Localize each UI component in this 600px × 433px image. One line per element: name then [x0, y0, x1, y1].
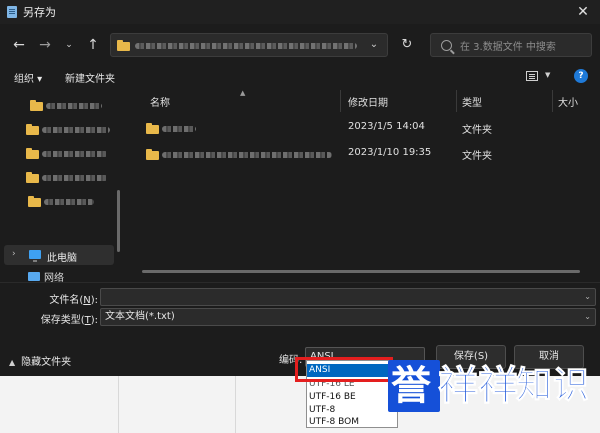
- desktop-divider: [118, 372, 119, 433]
- sort-caret-icon: ▲: [240, 89, 246, 97]
- filetype-label-text: 保存类型(: [40, 315, 85, 326]
- save-as-dialog: 另存为 ✕ ← → ⌄ ↑ ⌄ ↻ 在 3.数据文件 中搜索 组织 ▾ 新建文件…: [0, 0, 600, 376]
- horizontal-scrollbar[interactable]: [142, 270, 580, 273]
- file-name-blurred: [162, 152, 332, 158]
- up-arrow-icon[interactable]: ↑: [84, 36, 102, 54]
- sidebar-item-label: 网络: [44, 273, 64, 282]
- close-button[interactable]: ✕: [574, 3, 592, 21]
- chevron-down-icon[interactable]: ⌄: [584, 309, 591, 325]
- column-header-name[interactable]: 名称: [150, 94, 170, 109]
- folder-icon: [117, 40, 130, 51]
- file-list: ▲ 名称 修改日期 类型 大小 2023/1/5 14:04 文件夹 2023/…: [128, 89, 600, 280]
- address-row: ← → ⌄ ↑ ⌄ ↻ 在 3.数据文件 中搜索: [0, 28, 600, 62]
- pinned-folder-icon: [26, 172, 39, 183]
- filename-accesskey: N: [83, 295, 91, 306]
- column-divider[interactable]: [340, 90, 341, 112]
- hide-folders-label: 隐藏文件夹: [21, 357, 72, 368]
- chevron-down-icon[interactable]: ⌄: [584, 289, 591, 305]
- table-row[interactable]: 2023/1/5 14:04 文件夹: [128, 116, 600, 140]
- computer-icon: [29, 250, 41, 262]
- folder-icon: [146, 149, 159, 160]
- organize-menu[interactable]: 组织 ▾: [14, 70, 42, 85]
- file-date: 2023/1/5 14:04: [348, 121, 425, 132]
- caret-down-icon[interactable]: ▼: [545, 71, 550, 79]
- filetype-value: 文本文档(*.txt): [105, 311, 175, 322]
- navigation-pane: › 此电脑 网络: [0, 90, 126, 282]
- filename-label: 文件名(N):: [49, 295, 98, 306]
- filename-field[interactable]: ⌄: [100, 288, 596, 306]
- forward-arrow-icon[interactable]: →: [36, 36, 54, 54]
- search-placeholder: 在 3.数据文件 中搜索: [460, 41, 556, 53]
- recent-locations-chevron-icon[interactable]: ⌄: [60, 36, 78, 54]
- nav-item-folder[interactable]: [0, 166, 120, 186]
- folder-icon: [146, 123, 159, 134]
- help-icon[interactable]: ?: [574, 69, 588, 83]
- nav-label-blurred: [46, 103, 102, 109]
- desktop-divider: [235, 372, 236, 433]
- search-icon: [441, 39, 452, 51]
- nav-label-blurred: [42, 175, 108, 181]
- pinned-folder-icon: [26, 148, 39, 159]
- sidebar-item-network[interactable]: 网络: [26, 272, 106, 282]
- logo-char: 祥: [438, 363, 479, 410]
- file-date: 2023/1/10 19:35: [348, 147, 432, 158]
- window-title: 另存为: [23, 6, 56, 19]
- back-arrow-icon[interactable]: ←: [10, 36, 28, 54]
- column-divider[interactable]: [456, 90, 457, 112]
- refresh-icon[interactable]: ↻: [398, 36, 416, 54]
- nav-item-folder[interactable]: [0, 118, 120, 138]
- column-header-type[interactable]: 类型: [462, 94, 482, 109]
- chevron-right-icon[interactable]: ›: [12, 249, 16, 259]
- nav-label-blurred: [42, 127, 110, 133]
- new-folder-button[interactable]: 新建文件夹: [65, 70, 115, 85]
- nav-item-folder[interactable]: [0, 142, 120, 162]
- title-bar: 另存为 ✕: [0, 0, 600, 24]
- folder-icon: [28, 196, 41, 207]
- filetype-label-suffix: ):: [90, 315, 98, 326]
- nav-item-folder[interactable]: [0, 190, 120, 210]
- folder-icon: [30, 100, 43, 111]
- nav-label-blurred: [44, 199, 94, 205]
- column-header-date[interactable]: 修改日期: [348, 94, 388, 109]
- logo-char: 誉: [391, 363, 431, 409]
- file-name-blurred: [162, 126, 196, 132]
- table-row[interactable]: 2023/1/10 19:35 文件夹: [128, 142, 600, 166]
- search-input[interactable]: 在 3.数据文件 中搜索: [430, 33, 592, 57]
- logo-char: 知: [515, 365, 553, 407]
- pinned-folder-icon: [26, 124, 39, 135]
- nav-scrollbar[interactable]: [117, 190, 120, 252]
- file-type: 文件夹: [462, 125, 492, 136]
- address-path-blurred: [135, 43, 357, 49]
- sidebar-item-this-pc[interactable]: › 此电脑: [4, 245, 114, 265]
- filetype-select[interactable]: 文本文档(*.txt) ⌄: [100, 308, 596, 326]
- chevron-down-icon[interactable]: ⌄: [367, 38, 381, 52]
- nav-item-folder[interactable]: [0, 94, 120, 114]
- network-icon: [28, 272, 40, 281]
- view-options-icon[interactable]: [526, 71, 538, 81]
- logo-char: 祥: [478, 363, 519, 410]
- column-header-size[interactable]: 大小: [558, 94, 578, 109]
- logo-char: 识: [552, 365, 590, 407]
- sidebar-item-label: 此电脑: [47, 253, 77, 264]
- encoding-option[interactable]: UTF-8 BOM: [307, 416, 397, 429]
- nav-label-blurred: [42, 151, 108, 157]
- address-bar[interactable]: ⌄: [110, 33, 388, 57]
- hide-folders-toggle[interactable]: ▲ 隐藏文件夹: [9, 353, 71, 368]
- filetype-label: 保存类型(T):: [36, 311, 98, 326]
- watermark-logo: 誉 祥 祥 知 识: [388, 346, 592, 426]
- notepad-icon: [7, 6, 17, 18]
- command-bar: 组织 ▾ 新建文件夹 ▼ ?: [0, 65, 600, 89]
- file-type: 文件夹: [462, 151, 492, 162]
- column-divider[interactable]: [552, 90, 553, 112]
- chevron-up-icon: ▲: [9, 358, 16, 367]
- annotation-highlight-box: [295, 357, 393, 382]
- encoding-option[interactable]: UTF-16 BE: [307, 391, 397, 404]
